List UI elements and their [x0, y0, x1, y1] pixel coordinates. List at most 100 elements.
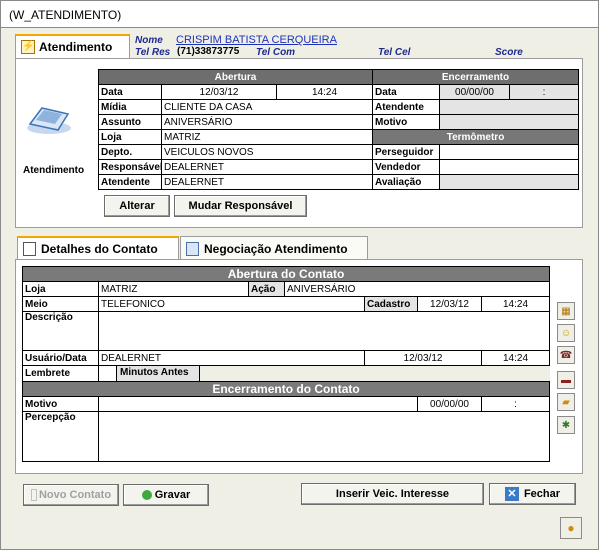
contato-table: Abertura do Contato Loja MATRIZ Ação ANI… [21, 266, 551, 462]
contato-loja-label: Loja [22, 281, 99, 297]
gravar-button[interactable]: Gravar [123, 484, 209, 506]
encerramento-hora-field[interactable]: : [508, 84, 580, 100]
document-icon [23, 242, 36, 256]
contato-motivo-field[interactable] [98, 396, 418, 412]
avaliacao-label: Avaliação [372, 174, 440, 190]
smiley-icon[interactable]: ☺ [557, 324, 575, 342]
mudar-responsavel-button-label: Mudar Responsável [188, 200, 293, 212]
lembrete-row: Minutos Antes [97, 365, 550, 382]
acao-label: Ação [248, 281, 285, 297]
nome-link[interactable]: CRISPIM BATISTA CERQUEIRA [176, 34, 337, 46]
motivo-field[interactable] [438, 114, 580, 130]
check-circle-icon [141, 490, 152, 500]
tab-atendimento[interactable]: ⚡ Atendimento [15, 34, 130, 58]
cadastro-hora-field[interactable]: 14:24 [480, 296, 551, 312]
tel-com-label: Tel Com [256, 47, 296, 58]
descricao-field[interactable] [97, 311, 551, 351]
perseguidor-field[interactable] [438, 144, 580, 160]
vendedor-field[interactable] [438, 159, 580, 175]
usuario-hora-field[interactable]: 14:24 [480, 350, 551, 366]
termometro-header: Termômetro [371, 129, 580, 145]
responsavel-field[interactable]: DEALERNET [161, 159, 373, 175]
contato-motivo-hora[interactable]: : [480, 396, 551, 412]
window-title: (W_ATENDIMENTO) [0, 0, 599, 28]
encerramento-data-label: Data [372, 84, 440, 100]
enc-atendente-field[interactable] [438, 99, 580, 115]
tab-detalhes-contato[interactable]: Detalhes do Contato [17, 236, 179, 260]
novo-contato-button[interactable]: Novo Contato [23, 484, 119, 506]
abertura-data-field[interactable]: 12/03/12 [161, 84, 277, 100]
atendente-field[interactable]: DEALERNET [161, 174, 373, 190]
meio-field[interactable]: TELEFONICO [98, 296, 365, 312]
contato-loja-field[interactable]: MATRIZ [98, 281, 249, 297]
tab-atendimento-label: Atendimento [39, 40, 113, 54]
tab-detalhes-label: Detalhes do Contato [41, 242, 158, 256]
inserir-label: Inserir Veic. Interesse [335, 488, 450, 500]
meio-label: Meio [22, 296, 99, 312]
lembrete-checkbox[interactable] [99, 366, 117, 381]
inserir-veic-interesse-button[interactable]: Inserir Veic. Interesse [301, 483, 484, 505]
atendimento-icon-label: Atendimento [23, 165, 85, 176]
fechar-button[interactable]: ✕ Fechar [489, 483, 576, 505]
cadastro-label: Cadastro [364, 296, 418, 312]
acao-field[interactable]: ANIVERSÁRIO [283, 281, 551, 297]
bug-icon[interactable]: ✱ [557, 416, 575, 434]
tab-negociacao-atendimento[interactable]: Negociação Atendimento [180, 236, 368, 260]
document-icon [30, 489, 37, 501]
avaliacao-field[interactable] [438, 174, 580, 190]
perseguidor-label: Perseguidor [372, 144, 440, 160]
percepcao-label: Percepção [22, 411, 99, 462]
tab-negociacao-label: Negociação Atendimento [204, 241, 348, 256]
motivo-label: Motivo [372, 114, 440, 130]
handshake-icon [186, 241, 199, 256]
contact-header: Nome CRISPIM BATISTA CERQUEIRA Tel Res (… [135, 34, 595, 60]
vendedor-label: Vendedor [372, 159, 440, 175]
mudar-responsavel-button[interactable]: Mudar Responsável [174, 195, 307, 217]
minutos-antes-label: Minutos Antes [117, 366, 200, 381]
encerramento-contato-header: Encerramento do Contato [21, 381, 551, 397]
user-icon[interactable]: ● [560, 517, 582, 539]
midia-field[interactable]: CLIENTE DA CASA [161, 99, 373, 115]
descricao-label: Descrição [22, 311, 99, 351]
contato-motivo-label: Motivo [22, 396, 99, 412]
atendente-label: Atendente [98, 174, 162, 190]
contato-motivo-data[interactable]: 00/00/00 [417, 396, 482, 412]
car-icon[interactable]: ▬ [557, 371, 575, 389]
abertura-hora-field[interactable]: 14:24 [276, 84, 373, 100]
abertura-data-label: Data [98, 84, 162, 100]
tel-cel-label: Tel Cel [378, 47, 411, 58]
usuario-field[interactable]: DEALERNET [98, 350, 365, 366]
abertura-encerramento-table: Abertura Encerramento Data 12/03/12 14:2… [98, 69, 580, 190]
cadastro-data-field[interactable]: 12/03/12 [417, 296, 482, 312]
nome-label: Nome [135, 35, 163, 46]
tel-res-value: (71)33873775 [177, 46, 240, 57]
responsavel-label: Responsável [98, 159, 162, 175]
fechar-label: Fechar [523, 488, 561, 500]
lightning-icon: ⚡ [21, 40, 35, 54]
novo-contato-label: Novo Contato [38, 489, 112, 501]
usuario-data-label: Usuário/Data [22, 350, 99, 366]
abertura-header: Abertura [98, 69, 373, 85]
depto-field[interactable]: VEICULOS NOVOS [161, 144, 373, 160]
score-label: Score [495, 47, 523, 58]
loja-field[interactable]: MATRIZ [161, 129, 373, 145]
encerramento-data-field[interactable]: 00/00/00 [439, 84, 510, 100]
atendimento-icon [22, 100, 76, 140]
percepcao-field[interactable] [97, 411, 551, 462]
lembrete-label: Lembrete [22, 365, 99, 382]
gravar-label: Gravar [154, 489, 191, 501]
calendar-icon[interactable]: ▦ [557, 302, 575, 320]
assunto-label: Assunto [98, 114, 162, 130]
phone-icon[interactable]: ☎ [557, 346, 575, 364]
encerramento-header: Encerramento [371, 69, 580, 85]
tel-res-label: Tel Res [135, 47, 171, 58]
loja-label: Loja [98, 129, 162, 145]
depto-label: Depto. [98, 144, 162, 160]
usuario-data-field[interactable]: 12/03/12 [364, 350, 482, 366]
folder-icon[interactable]: ▰ [557, 393, 575, 411]
alterar-button[interactable]: Alterar [104, 195, 170, 217]
midia-label: Mídia [98, 99, 162, 115]
abertura-contato-header: Abertura do Contato [21, 266, 551, 282]
assunto-field[interactable]: ANIVERSÁRIO [161, 114, 373, 130]
close-icon: ✕ [504, 487, 519, 501]
